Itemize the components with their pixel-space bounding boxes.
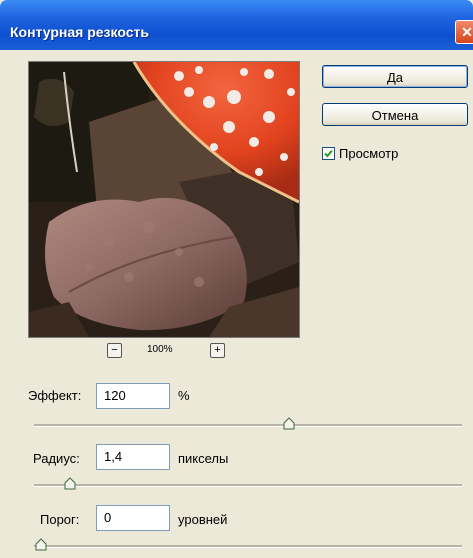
radius-unit: пикселы	[178, 451, 229, 466]
threshold-slider[interactable]	[34, 538, 462, 551]
checkmark-icon	[324, 149, 333, 158]
radius-input[interactable]: 1,4	[96, 444, 170, 470]
effect-unit: %	[178, 388, 190, 403]
preview-checkbox[interactable]	[322, 147, 335, 160]
plus-icon: +	[214, 344, 221, 356]
close-icon: ✕	[461, 24, 473, 40]
threshold-input[interactable]: 0	[96, 505, 170, 531]
preview-label: Просмотр	[339, 146, 399, 161]
radius-label: Радиус:	[33, 451, 80, 466]
zoom-controls: − 100% +	[0, 341, 473, 361]
effect-input[interactable]: 120	[96, 383, 170, 409]
title-bar: Контурная резкость ✕	[0, 0, 473, 50]
ok-button[interactable]: Да	[322, 65, 468, 88]
zoom-in-button[interactable]: +	[210, 343, 225, 358]
effect-slider-thumb[interactable]	[282, 417, 296, 431]
preview-image[interactable]	[28, 61, 300, 338]
close-button[interactable]: ✕	[455, 20, 473, 44]
zoom-level: 100%	[147, 344, 173, 355]
zoom-out-button[interactable]: −	[107, 343, 122, 358]
radius-slider[interactable]	[34, 477, 462, 490]
dialog-title: Контурная резкость	[10, 24, 149, 40]
radius-slider-thumb[interactable]	[63, 477, 77, 491]
threshold-unit: уровней	[178, 512, 228, 527]
preview-photo	[29, 62, 299, 337]
threshold-label: Порог:	[40, 512, 80, 527]
minus-icon: −	[111, 344, 118, 356]
effect-label: Эффект:	[28, 388, 82, 403]
threshold-slider-thumb[interactable]	[34, 538, 48, 552]
cancel-button[interactable]: Отмена	[322, 103, 468, 126]
effect-slider[interactable]	[34, 417, 462, 430]
